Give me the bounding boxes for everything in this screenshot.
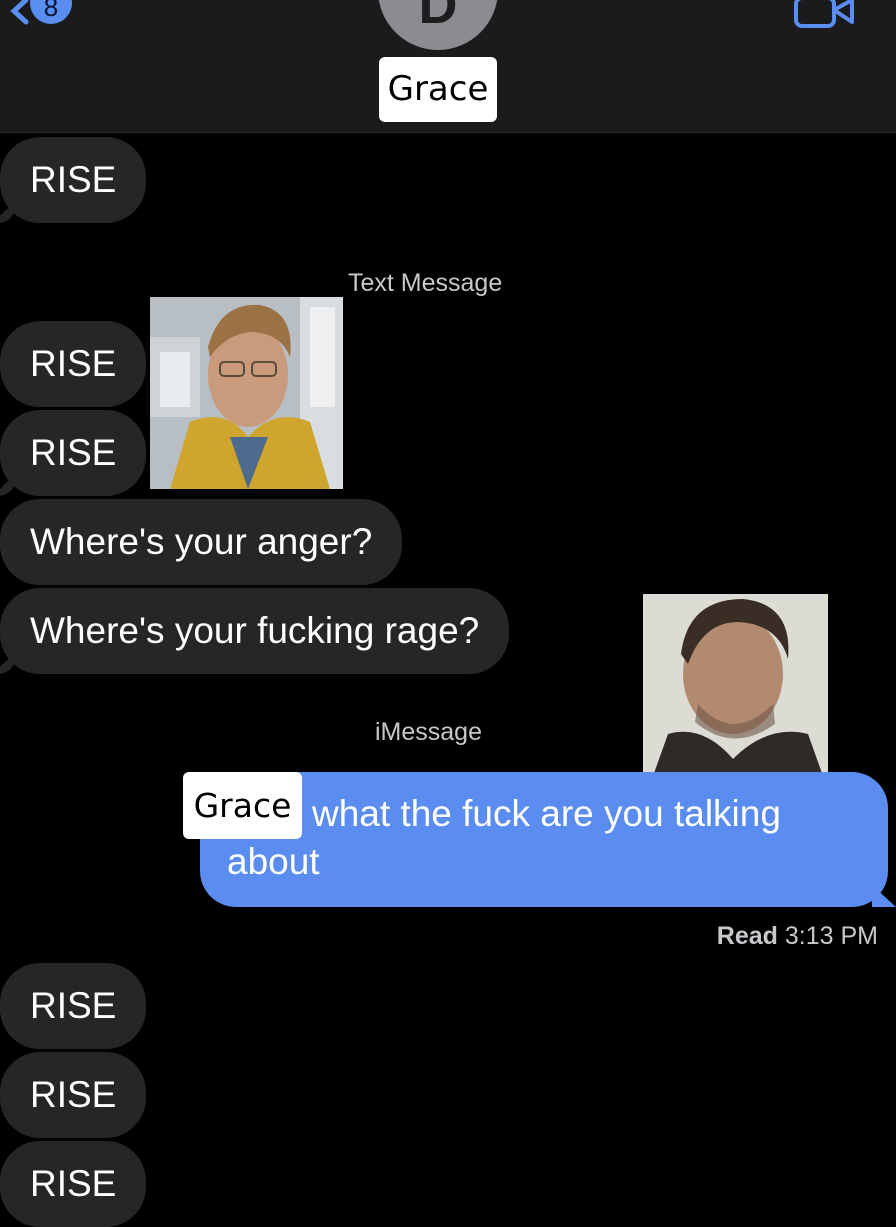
read-label: Read <box>716 922 778 950</box>
incoming-message[interactable]: RISE <box>0 1052 147 1138</box>
conversation-header: 8 D Grace <box>0 0 896 133</box>
contact-name[interactable]: Grace <box>379 57 497 122</box>
contact-avatar[interactable]: D <box>378 0 498 50</box>
read-time: 3:13 PM <box>784 922 878 950</box>
back-button[interactable]: 8 <box>0 0 90 30</box>
incoming-message[interactable]: RISE <box>0 137 147 223</box>
incoming-message[interactable]: RISE <box>0 1141 147 1227</box>
unread-count-badge: 8 <box>30 0 72 24</box>
message-service-label: Text Message <box>348 269 503 297</box>
incoming-message[interactable]: Where's your anger? <box>0 499 403 585</box>
incoming-message[interactable]: RISE <box>0 410 147 496</box>
meme-photo-yellow-jacket[interactable] <box>150 297 343 489</box>
video-call-icon[interactable] <box>790 0 860 30</box>
outgoing-message-line: about <box>227 841 320 882</box>
name-sticker: Grace <box>183 772 302 839</box>
message-service-label: iMessage <box>375 718 482 746</box>
read-receipt: Read 3:13 PM <box>717 922 878 951</box>
incoming-message[interactable]: RISE <box>0 963 147 1049</box>
incoming-message[interactable]: Where's your fucking rage? <box>0 588 510 674</box>
meme-photo-dark-jacket[interactable] <box>643 594 828 776</box>
outgoing-message-line: what the fuck are you talking <box>312 793 781 834</box>
incoming-message[interactable]: RISE <box>0 321 147 407</box>
